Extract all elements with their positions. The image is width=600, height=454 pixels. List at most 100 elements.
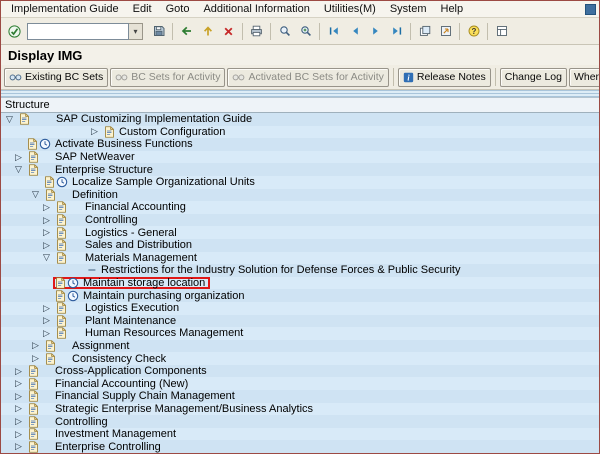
enter-button[interactable] bbox=[4, 21, 25, 42]
activated-bc-sets-for-activity-button[interactable]: Activated BC Sets for Activity bbox=[227, 68, 388, 87]
expand-icon[interactable]: ▷ bbox=[15, 379, 28, 388]
release-notes-button[interactable]: iRelease Notes bbox=[398, 68, 491, 87]
bc-sets-for-activity-button[interactable]: BC Sets for Activity bbox=[110, 68, 225, 87]
expand-icon[interactable]: ▷ bbox=[15, 392, 28, 401]
tree-node-label[interactable]: Logistics Execution bbox=[85, 302, 179, 314]
tree-node[interactable]: ▷ Assignment bbox=[30, 340, 134, 353]
window-control-icon[interactable] bbox=[585, 4, 596, 15]
tree-node[interactable]: ▷ Controlling bbox=[41, 214, 143, 227]
prev-page-button[interactable] bbox=[344, 21, 365, 42]
back-button[interactable] bbox=[176, 21, 197, 42]
expand-icon[interactable]: ▷ bbox=[91, 127, 104, 136]
tree-node[interactable]: ▽ Enterprise Structure bbox=[13, 163, 158, 176]
menu-implementation-guide[interactable]: Implementation Guide bbox=[4, 2, 126, 17]
tree-node-label[interactable]: Plant Maintenance bbox=[85, 315, 176, 327]
tree-node-label[interactable]: Strategic Enterprise Management/Business… bbox=[55, 403, 313, 415]
expand-icon[interactable]: ▷ bbox=[15, 404, 28, 413]
expand-icon[interactable]: ▷ bbox=[43, 203, 56, 212]
menu-system[interactable]: System bbox=[383, 2, 434, 17]
tree-node[interactable]: ▽ Definition bbox=[30, 189, 123, 202]
tree-node-label[interactable]: SAP Customizing Implementation Guide bbox=[56, 113, 252, 125]
menu-edit[interactable]: Edit bbox=[126, 2, 159, 17]
tree-node[interactable]: ▷ Investment Management bbox=[13, 428, 181, 441]
expand-icon[interactable]: ▷ bbox=[43, 241, 56, 250]
tree-node[interactable]: ▷ Custom Configuration bbox=[89, 126, 230, 139]
tree-node[interactable]: ▷ Sales and Distribution bbox=[41, 239, 197, 252]
exit-button[interactable] bbox=[197, 21, 218, 42]
tree-node-label[interactable]: Activate Business Functions bbox=[55, 138, 193, 150]
tree-node[interactable]: ▷Cross-Application Components bbox=[13, 365, 212, 378]
tree-node-label[interactable]: Cross-Application Components bbox=[55, 365, 207, 377]
tree-node-label[interactable]: Logistics - General bbox=[85, 227, 177, 239]
collapse-icon[interactable]: ▽ bbox=[43, 253, 56, 262]
expand-icon[interactable]: ▷ bbox=[43, 216, 56, 225]
tree-node-label[interactable]: Financial Supply Chain Management bbox=[55, 390, 235, 402]
tree-node[interactable]: ▷ Consistency Check bbox=[30, 352, 171, 365]
collapse-icon[interactable]: ▽ bbox=[15, 165, 28, 174]
tree-node-label[interactable]: Enterprise Structure bbox=[55, 164, 153, 176]
tree-node-label[interactable]: Financial Accounting (New) bbox=[55, 378, 188, 390]
expand-icon[interactable]: ▷ bbox=[32, 341, 45, 350]
change-log-button[interactable]: Change Log bbox=[500, 68, 567, 87]
tree-node[interactable]: ▽ SAP Customizing Implementation Guide bbox=[4, 113, 257, 126]
menu-additional-information[interactable]: Additional Information bbox=[196, 2, 316, 17]
collapse-icon[interactable]: ▽ bbox=[32, 190, 45, 199]
first-page-button[interactable] bbox=[323, 21, 344, 42]
existing-bc-sets-button[interactable]: Existing BC Sets bbox=[4, 68, 108, 87]
last-page-button[interactable] bbox=[386, 21, 407, 42]
tree-node-label[interactable]: Investment Management bbox=[55, 428, 176, 440]
where-else-used-button[interactable]: Where Else Used bbox=[569, 68, 599, 87]
tree-node-label[interactable]: Sales and Distribution bbox=[85, 239, 192, 251]
find-button[interactable] bbox=[274, 21, 295, 42]
tree-node-label[interactable]: Maintain purchasing organization bbox=[83, 290, 244, 302]
tree-node-label[interactable]: Controlling bbox=[55, 416, 108, 428]
tree-node-label[interactable]: Maintain storage location bbox=[83, 277, 205, 289]
tree-node[interactable]: ▽ Materials Management bbox=[41, 252, 202, 265]
tree-node[interactable]: ▷Plant Maintenance bbox=[41, 315, 181, 328]
tree-node[interactable]: Maintain purchasing organization bbox=[53, 289, 249, 302]
collapse-icon[interactable]: ▽ bbox=[6, 115, 19, 124]
tree-node[interactable]: ▷ Financial Accounting (New) bbox=[13, 377, 193, 390]
help-button[interactable]: ? bbox=[463, 21, 484, 42]
tree-node-label[interactable]: Restrictions for the Industry Solution f… bbox=[101, 264, 461, 276]
tree-node-label[interactable]: Financial Accounting bbox=[85, 201, 186, 213]
tree-node-label[interactable]: Localize Sample Organizational Units bbox=[72, 176, 255, 188]
tree-node[interactable]: ▷ Strategic Enterprise Management/Busines… bbox=[13, 403, 318, 416]
tree-node-label[interactable]: Controlling bbox=[85, 214, 138, 226]
command-dropdown-icon[interactable]: ▾ bbox=[129, 23, 143, 40]
layout-button[interactable] bbox=[491, 21, 512, 42]
expand-icon[interactable]: ▷ bbox=[15, 417, 28, 426]
next-page-button[interactable] bbox=[365, 21, 386, 42]
print-button[interactable] bbox=[246, 21, 267, 42]
expand-icon[interactable]: ▷ bbox=[43, 304, 56, 313]
expand-icon[interactable]: ▷ bbox=[43, 228, 56, 237]
tree-node[interactable]: Restrictions for the Industry Solution f… bbox=[85, 264, 466, 277]
tree-node[interactable]: ▷ Financial Accounting bbox=[41, 201, 191, 214]
highlighted-tree-node[interactable]: Maintain storage location bbox=[53, 277, 210, 290]
tree-node[interactable]: ▷Human Resources Management bbox=[41, 327, 248, 340]
expand-icon[interactable]: ▷ bbox=[15, 430, 28, 439]
menu-goto[interactable]: Goto bbox=[159, 2, 197, 17]
save-button[interactable] bbox=[148, 21, 169, 42]
tree-node[interactable]: ▷ Logistics Execution bbox=[41, 302, 184, 315]
expand-icon[interactable]: ▷ bbox=[15, 442, 28, 451]
tree-node[interactable]: Activate Business Functions bbox=[25, 138, 198, 151]
shortcut-button[interactable] bbox=[435, 21, 456, 42]
expand-icon[interactable]: ▷ bbox=[43, 329, 56, 338]
tree-node-label[interactable]: Materials Management bbox=[85, 252, 197, 264]
tree-node[interactable]: Localize Sample Organizational Units bbox=[42, 176, 260, 189]
tree-node-label[interactable]: Definition bbox=[72, 189, 118, 201]
tree-node-label[interactable]: Consistency Check bbox=[72, 353, 166, 365]
tree-node-label[interactable]: Custom Configuration bbox=[119, 126, 225, 138]
expand-icon[interactable]: ▷ bbox=[32, 354, 45, 363]
tree-node[interactable]: ▷ Enterprise Controlling bbox=[13, 440, 166, 453]
tree-node-label[interactable]: Enterprise Controlling bbox=[55, 441, 161, 453]
expand-icon[interactable]: ▷ bbox=[15, 153, 28, 162]
menu-utilities-m[interactable]: Utilities(M) bbox=[317, 2, 383, 17]
command-input[interactable] bbox=[27, 23, 129, 40]
tree-node-label[interactable]: Assignment bbox=[72, 340, 129, 352]
cancel-button[interactable] bbox=[218, 21, 239, 42]
tree-node[interactable]: ▷ Logistics - General bbox=[41, 226, 182, 239]
tree-node[interactable]: ▷SAP NetWeaver bbox=[13, 151, 140, 164]
find-next-button[interactable] bbox=[295, 21, 316, 42]
